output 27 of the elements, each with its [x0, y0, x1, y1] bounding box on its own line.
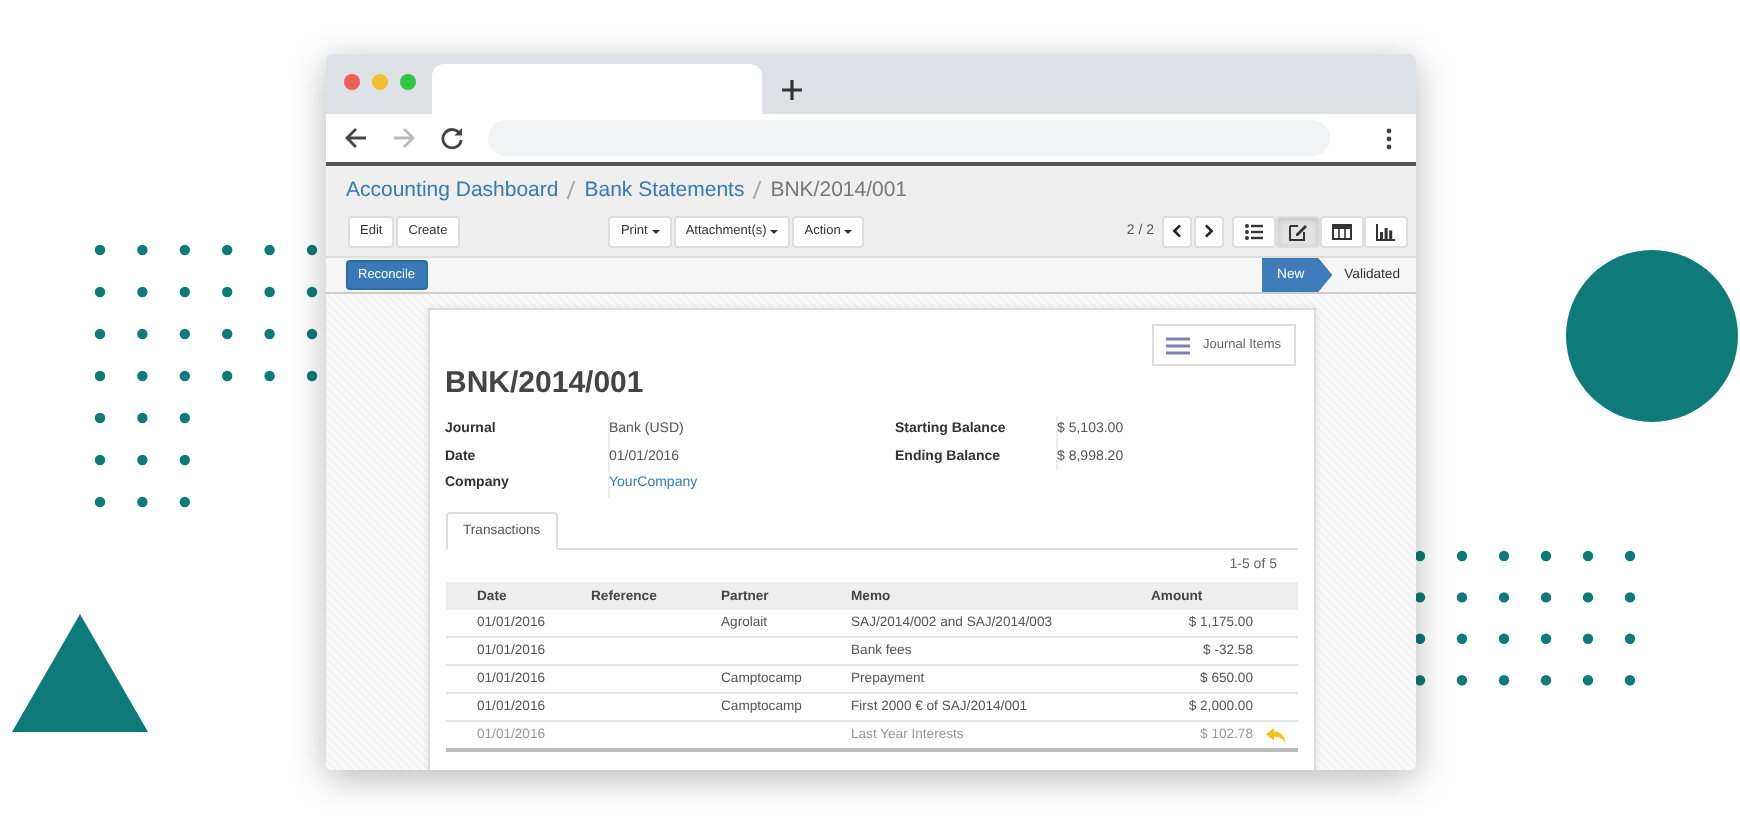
close-window-icon[interactable]: [344, 74, 360, 90]
breadcrumb-link[interactable]: Bank Statements: [584, 177, 745, 201]
plus-icon[interactable]: [782, 80, 802, 100]
list-view-icon: [1244, 221, 1264, 241]
menu-icon[interactable]: [1386, 127, 1392, 149]
next-button[interactable]: [1194, 215, 1224, 247]
menu-lines-icon: [1166, 335, 1191, 355]
form-view-icon: [1288, 221, 1308, 241]
view-switch-button[interactable]: [1364, 215, 1408, 247]
view-switch-button[interactable]: [1320, 215, 1364, 247]
back-arrow-icon[interactable]: [344, 126, 368, 150]
bar-chart-icon: [1376, 221, 1396, 241]
view-switch-button[interactable]: [1232, 215, 1276, 247]
chevron-right-icon: [1204, 224, 1214, 238]
view-switch-button[interactable]: [1276, 215, 1320, 247]
breadcrumb-separator-icon: [752, 179, 763, 199]
previous-button[interactable]: [1162, 215, 1192, 247]
caret-icon: [770, 229, 779, 233]
reload-icon[interactable]: [440, 126, 464, 150]
chevron-left-icon: [1172, 224, 1182, 238]
caret-icon: [651, 229, 660, 233]
breadcrumb-separator-icon: [566, 179, 577, 199]
breadcrumb-link[interactable]: Accounting Dashboard: [346, 177, 559, 201]
caret-icon: [844, 229, 853, 233]
record-title: BNK/2014/001: [445, 366, 646, 402]
triangle-decoration: [12, 614, 148, 732]
table-view-icon: [1332, 221, 1352, 241]
